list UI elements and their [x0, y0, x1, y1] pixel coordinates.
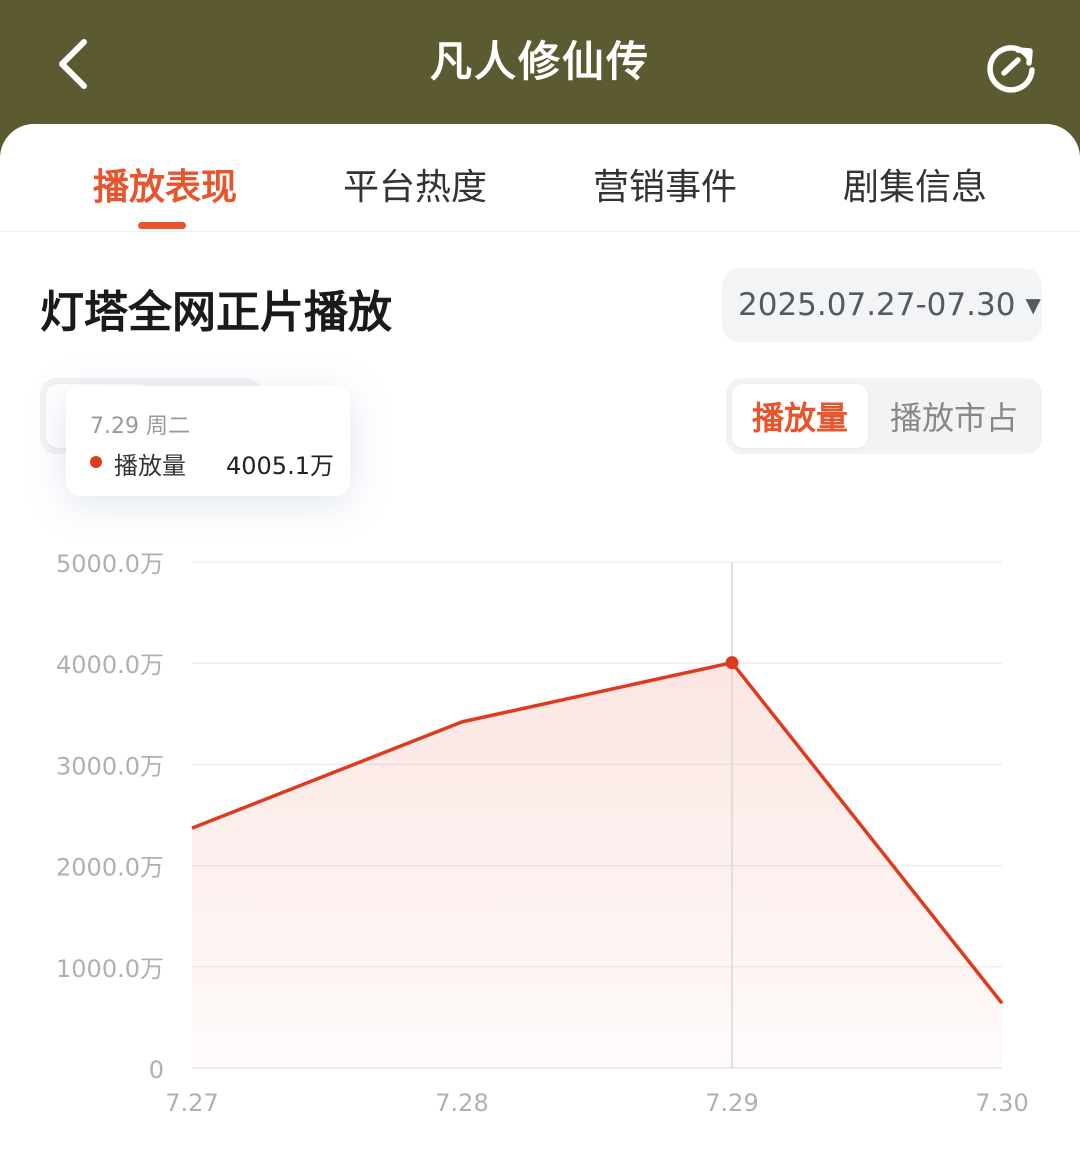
x-tick-label: 7.27 — [165, 1089, 218, 1117]
series-area — [192, 662, 1002, 1068]
data-point — [725, 656, 739, 670]
y-tick-label: 1000.0万 — [56, 955, 164, 983]
y-tick-label: 2000.0万 — [56, 854, 164, 882]
x-tick-label: 7.28 — [435, 1089, 488, 1117]
tooltip-series-name: 播放量 — [114, 452, 186, 480]
tooltip-value: 4005.1万 — [226, 452, 334, 480]
tooltip-series-dot — [90, 456, 102, 468]
tooltip-date: 7.29 周二 — [90, 414, 190, 439]
chart-tooltip: 7.29 周二 播放量 4005.1万 — [66, 386, 350, 496]
y-tick-label: 4000.0万 — [56, 651, 164, 679]
y-tick-label: 5000.0万 — [56, 550, 164, 578]
x-tick-label: 7.29 — [705, 1089, 758, 1117]
play-count-chart[interactable]: 0 1000.0万 2000.0万 3000.0万 4000.0万 5000.0万 7.27… — [0, 0, 1080, 1156]
x-tick-label: 7.30 — [975, 1089, 1028, 1117]
y-tick-label: 3000.0万 — [56, 752, 164, 780]
y-tick-label: 0 — [149, 1056, 164, 1084]
